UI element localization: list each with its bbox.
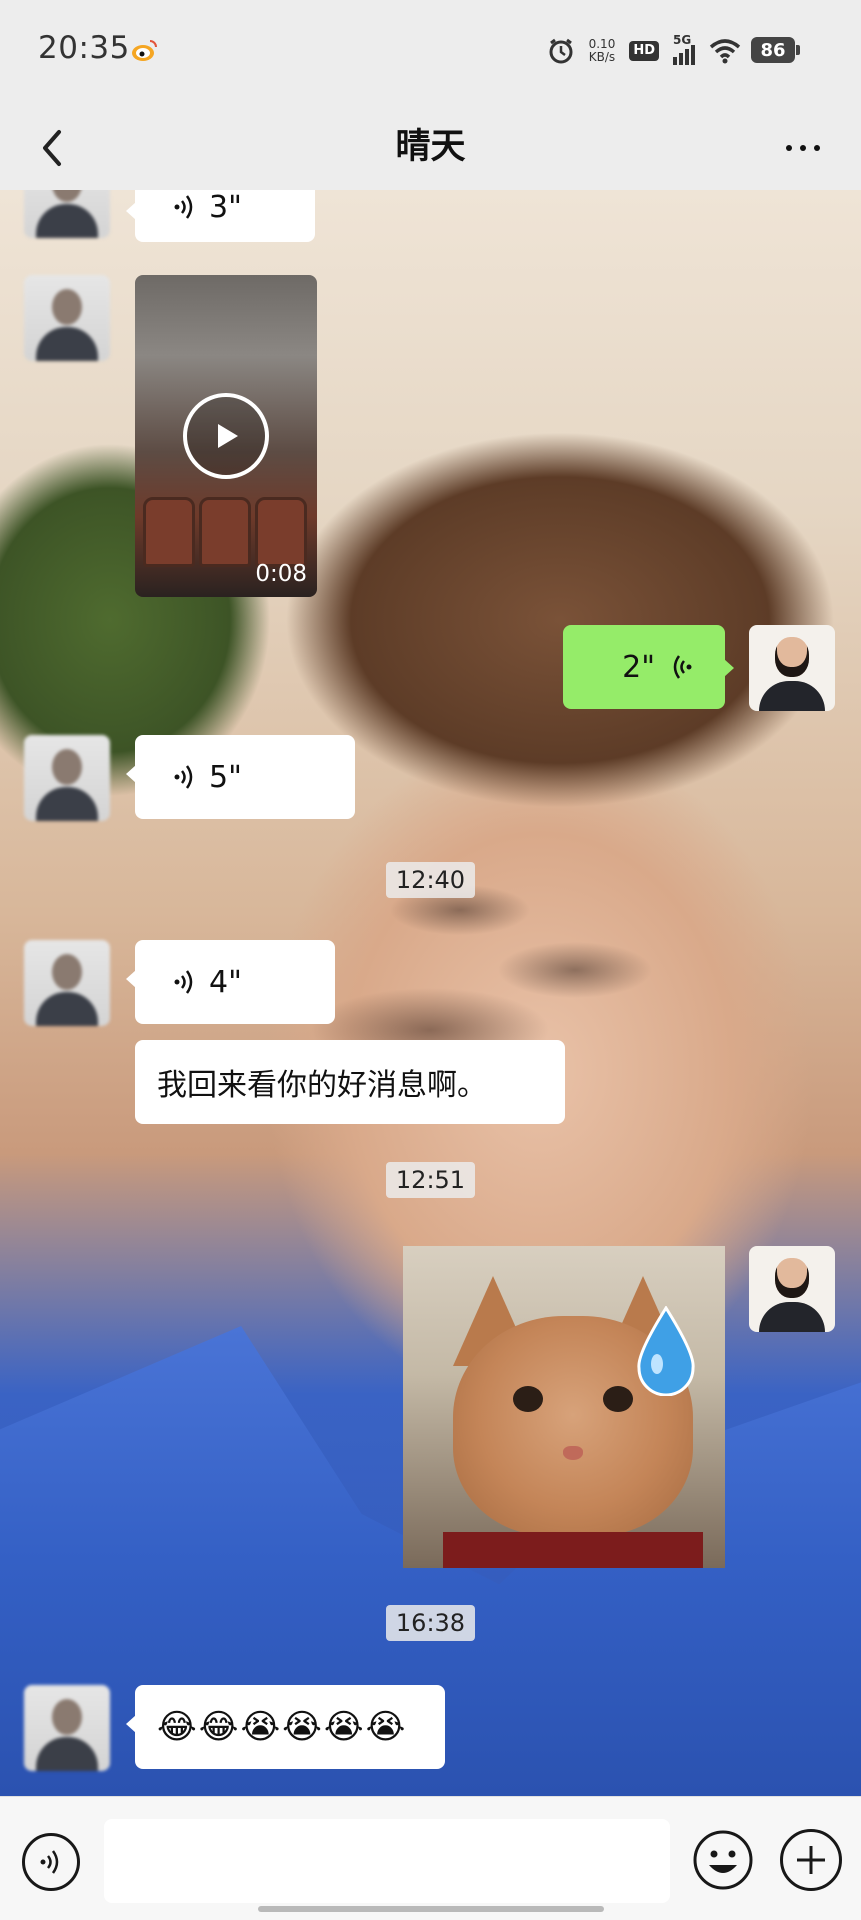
- avatar[interactable]: [24, 1685, 110, 1771]
- voice-duration: 5": [209, 759, 242, 795]
- voice-wave-icon: [673, 655, 692, 679]
- voice-message[interactable]: 5": [126, 735, 355, 819]
- avatar[interactable]: [24, 735, 110, 821]
- chat-title: 晴天: [395, 127, 466, 167]
- voice-duration: 2": [622, 649, 655, 685]
- message-text: 😂😂😭😭😭😭: [157, 1707, 408, 1747]
- text-message[interactable]: 😂😂😭😭😭😭: [126, 1685, 445, 1769]
- plus-button[interactable]: [780, 1829, 842, 1891]
- message-input[interactable]: [104, 1819, 670, 1903]
- battery-icon: 86: [751, 37, 800, 63]
- text-message[interactable]: 我回来看你的好消息啊。: [135, 1040, 565, 1124]
- plus-icon: [797, 1846, 825, 1874]
- voice-wave-icon: [174, 195, 193, 219]
- voice-duration: 3": [209, 190, 242, 225]
- alarm-icon: [549, 38, 573, 64]
- hd-badge: HD: [629, 41, 659, 61]
- more-icon: [786, 145, 792, 151]
- voice-message[interactable]: 2": [563, 625, 734, 709]
- my-avatar[interactable]: [749, 1246, 835, 1332]
- crying-cat-sticker[interactable]: [403, 1246, 725, 1568]
- emoji-icon[interactable]: [692, 1829, 754, 1891]
- chat-area[interactable]: 3" 0:08 2" 5" 12:40 4" 我回来看你的好消息啊。 12:51…: [0, 190, 861, 1796]
- voice-message[interactable]: 3": [126, 190, 315, 242]
- net-speed: 0.10 KB/s: [588, 37, 616, 64]
- video-duration: 0:08: [255, 561, 307, 587]
- voice-toggle-icon: [40, 1850, 59, 1874]
- wifi-icon: [709, 39, 741, 64]
- my-avatar[interactable]: [749, 625, 835, 711]
- teardrop-icon: [637, 1306, 695, 1396]
- play-button[interactable]: [183, 393, 269, 479]
- input-bar: [0, 1796, 861, 1920]
- timestamp: 16:38: [0, 1605, 861, 1641]
- timestamp: 12:51: [0, 1162, 861, 1198]
- video-message[interactable]: 0:08: [135, 275, 317, 597]
- play-icon: [218, 424, 238, 448]
- home-indicator[interactable]: [258, 1906, 604, 1912]
- voice-toggle-button[interactable]: [22, 1833, 80, 1891]
- avatar[interactable]: [24, 275, 110, 361]
- avatar[interactable]: [24, 190, 110, 238]
- voice-message[interactable]: 4": [126, 940, 335, 1024]
- voice-wave-icon: [174, 765, 193, 789]
- weibo-icon: [132, 40, 157, 61]
- message-text: 我回来看你的好消息啊。: [157, 1068, 487, 1103]
- timestamp: 12:40: [0, 862, 861, 898]
- avatar[interactable]: [24, 940, 110, 1026]
- status-time: 20:35: [38, 30, 130, 66]
- more-button[interactable]: [773, 118, 833, 178]
- status-bar: 20:35 0.10 KB/s HD 5G 86: [0, 0, 861, 100]
- voice-wave-icon: [174, 970, 193, 994]
- nav-bar: 晴天: [0, 100, 861, 190]
- voice-duration: 4": [209, 964, 242, 1000]
- signal-icon: 5G: [673, 33, 695, 65]
